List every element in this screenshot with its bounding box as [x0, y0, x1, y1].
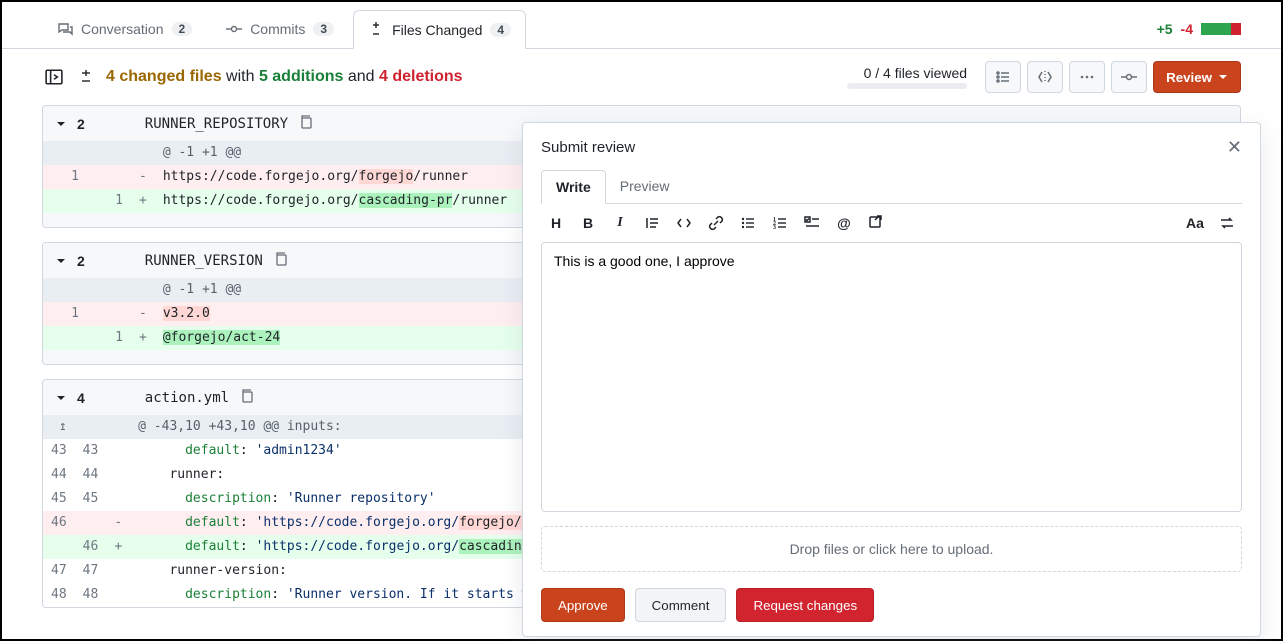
- expand-button[interactable]: [1027, 61, 1063, 93]
- svg-text:3: 3: [773, 225, 776, 231]
- tab-commits[interactable]: Commits 3: [211, 10, 349, 48]
- pr-tabs-header: Conversation 2 Commits 3 Files Changed 4…: [2, 2, 1281, 49]
- close-button[interactable]: ✕: [1227, 137, 1242, 158]
- summary-row: 4 changed files with 5 additions and 4 d…: [2, 49, 1281, 105]
- quote-icon[interactable]: [643, 214, 661, 232]
- summary-deletions: 4 deletions: [379, 68, 463, 85]
- files-viewed: 0 / 4 files viewed: [847, 65, 967, 89]
- editor-toolbar: H B I 123 @ Aa: [541, 204, 1242, 242]
- chevron-down-icon: [55, 255, 67, 267]
- tab-commits-label: Commits: [250, 21, 305, 37]
- header-diff-bar: [1201, 23, 1241, 35]
- heading-icon[interactable]: H: [547, 214, 565, 232]
- tab-files-changed[interactable]: Files Changed 4: [353, 10, 526, 49]
- copy-icon[interactable]: [239, 388, 255, 407]
- mention-icon[interactable]: @: [835, 214, 853, 232]
- tasklist-icon[interactable]: [803, 214, 821, 232]
- summary-text: 4 changed files with 5 additions and 4 d…: [106, 68, 463, 86]
- link-icon[interactable]: [707, 214, 725, 232]
- whitespace-toggle[interactable]: [74, 65, 98, 89]
- tab-conversation-label: Conversation: [81, 21, 164, 37]
- file-change-count: 4: [77, 390, 85, 406]
- review-button[interactable]: Review: [1153, 61, 1241, 93]
- mini-diff-bar: [95, 255, 135, 267]
- file-change-count: 2: [77, 116, 85, 132]
- diff-icon: [368, 22, 384, 38]
- easymde-toggle[interactable]: [1218, 214, 1236, 232]
- code-icon[interactable]: [675, 214, 693, 232]
- dropzone[interactable]: Drop files or click here to upload.: [541, 526, 1242, 572]
- commit-icon: [226, 21, 242, 37]
- tab-preview[interactable]: Preview: [606, 170, 684, 203]
- header-additions: +5: [1157, 21, 1173, 37]
- copy-icon[interactable]: [273, 251, 289, 270]
- tab-write[interactable]: Write: [541, 170, 606, 204]
- review-action-row: Approve Comment Request changes: [541, 588, 1242, 622]
- expand-up-icon[interactable]: ↥: [53, 416, 67, 438]
- mini-diff-bar: [95, 392, 135, 404]
- caret-down-icon: [1218, 72, 1228, 82]
- conversation-icon: [57, 21, 73, 37]
- copy-icon[interactable]: [298, 114, 314, 133]
- tab-conversation-count: 2: [172, 22, 193, 36]
- editor-tabs: Write Preview: [541, 170, 1242, 204]
- chevron-down-icon: [55, 392, 67, 404]
- tab-files-count: 4: [490, 23, 511, 37]
- bold-icon[interactable]: B: [579, 214, 597, 232]
- split-view-button[interactable]: [985, 61, 1021, 93]
- chevron-down-icon: [55, 118, 67, 130]
- ul-icon[interactable]: [739, 214, 757, 232]
- italic-icon[interactable]: I: [611, 214, 629, 232]
- header-diff-stats: +5 -4: [1157, 21, 1241, 37]
- files-viewed-text: 0 / 4 files viewed: [864, 65, 968, 81]
- review-panel: Submit review ✕ Write Preview H B I 123 …: [522, 122, 1261, 637]
- pr-tabs: Conversation 2 Commits 3 Files Changed 4: [42, 10, 526, 48]
- review-panel-header: Submit review ✕: [541, 137, 1242, 158]
- more-options-button[interactable]: [1069, 61, 1105, 93]
- tab-conversation[interactable]: Conversation 2: [42, 10, 207, 48]
- reference-icon[interactable]: [867, 214, 885, 232]
- files-viewed-bar: [847, 83, 967, 89]
- comment-button[interactable]: Comment: [635, 588, 727, 622]
- file-name: RUNNER_VERSION: [145, 253, 263, 269]
- changed-files-count: 4 changed files: [106, 68, 222, 85]
- tab-files-label: Files Changed: [392, 22, 482, 38]
- file-name: action.yml: [145, 390, 229, 406]
- mini-diff-bar: [95, 118, 135, 130]
- header-deletions: -4: [1181, 21, 1193, 37]
- ol-icon[interactable]: 123: [771, 214, 789, 232]
- monospace-toggle[interactable]: Aa: [1186, 214, 1204, 232]
- file-name: RUNNER_REPOSITORY: [145, 116, 288, 132]
- commit-nav-button[interactable]: [1111, 61, 1147, 93]
- right-tools: 0 / 4 files viewed Review: [847, 61, 1241, 93]
- tab-commits-count: 3: [313, 22, 334, 36]
- approve-button[interactable]: Approve: [541, 588, 625, 622]
- review-textarea[interactable]: [541, 242, 1242, 512]
- summary-additions: 5 additions: [259, 68, 343, 85]
- request-changes-button[interactable]: Request changes: [736, 588, 874, 622]
- review-panel-title: Submit review: [541, 139, 635, 156]
- file-change-count: 2: [77, 253, 85, 269]
- file-tree-toggle[interactable]: [42, 65, 66, 89]
